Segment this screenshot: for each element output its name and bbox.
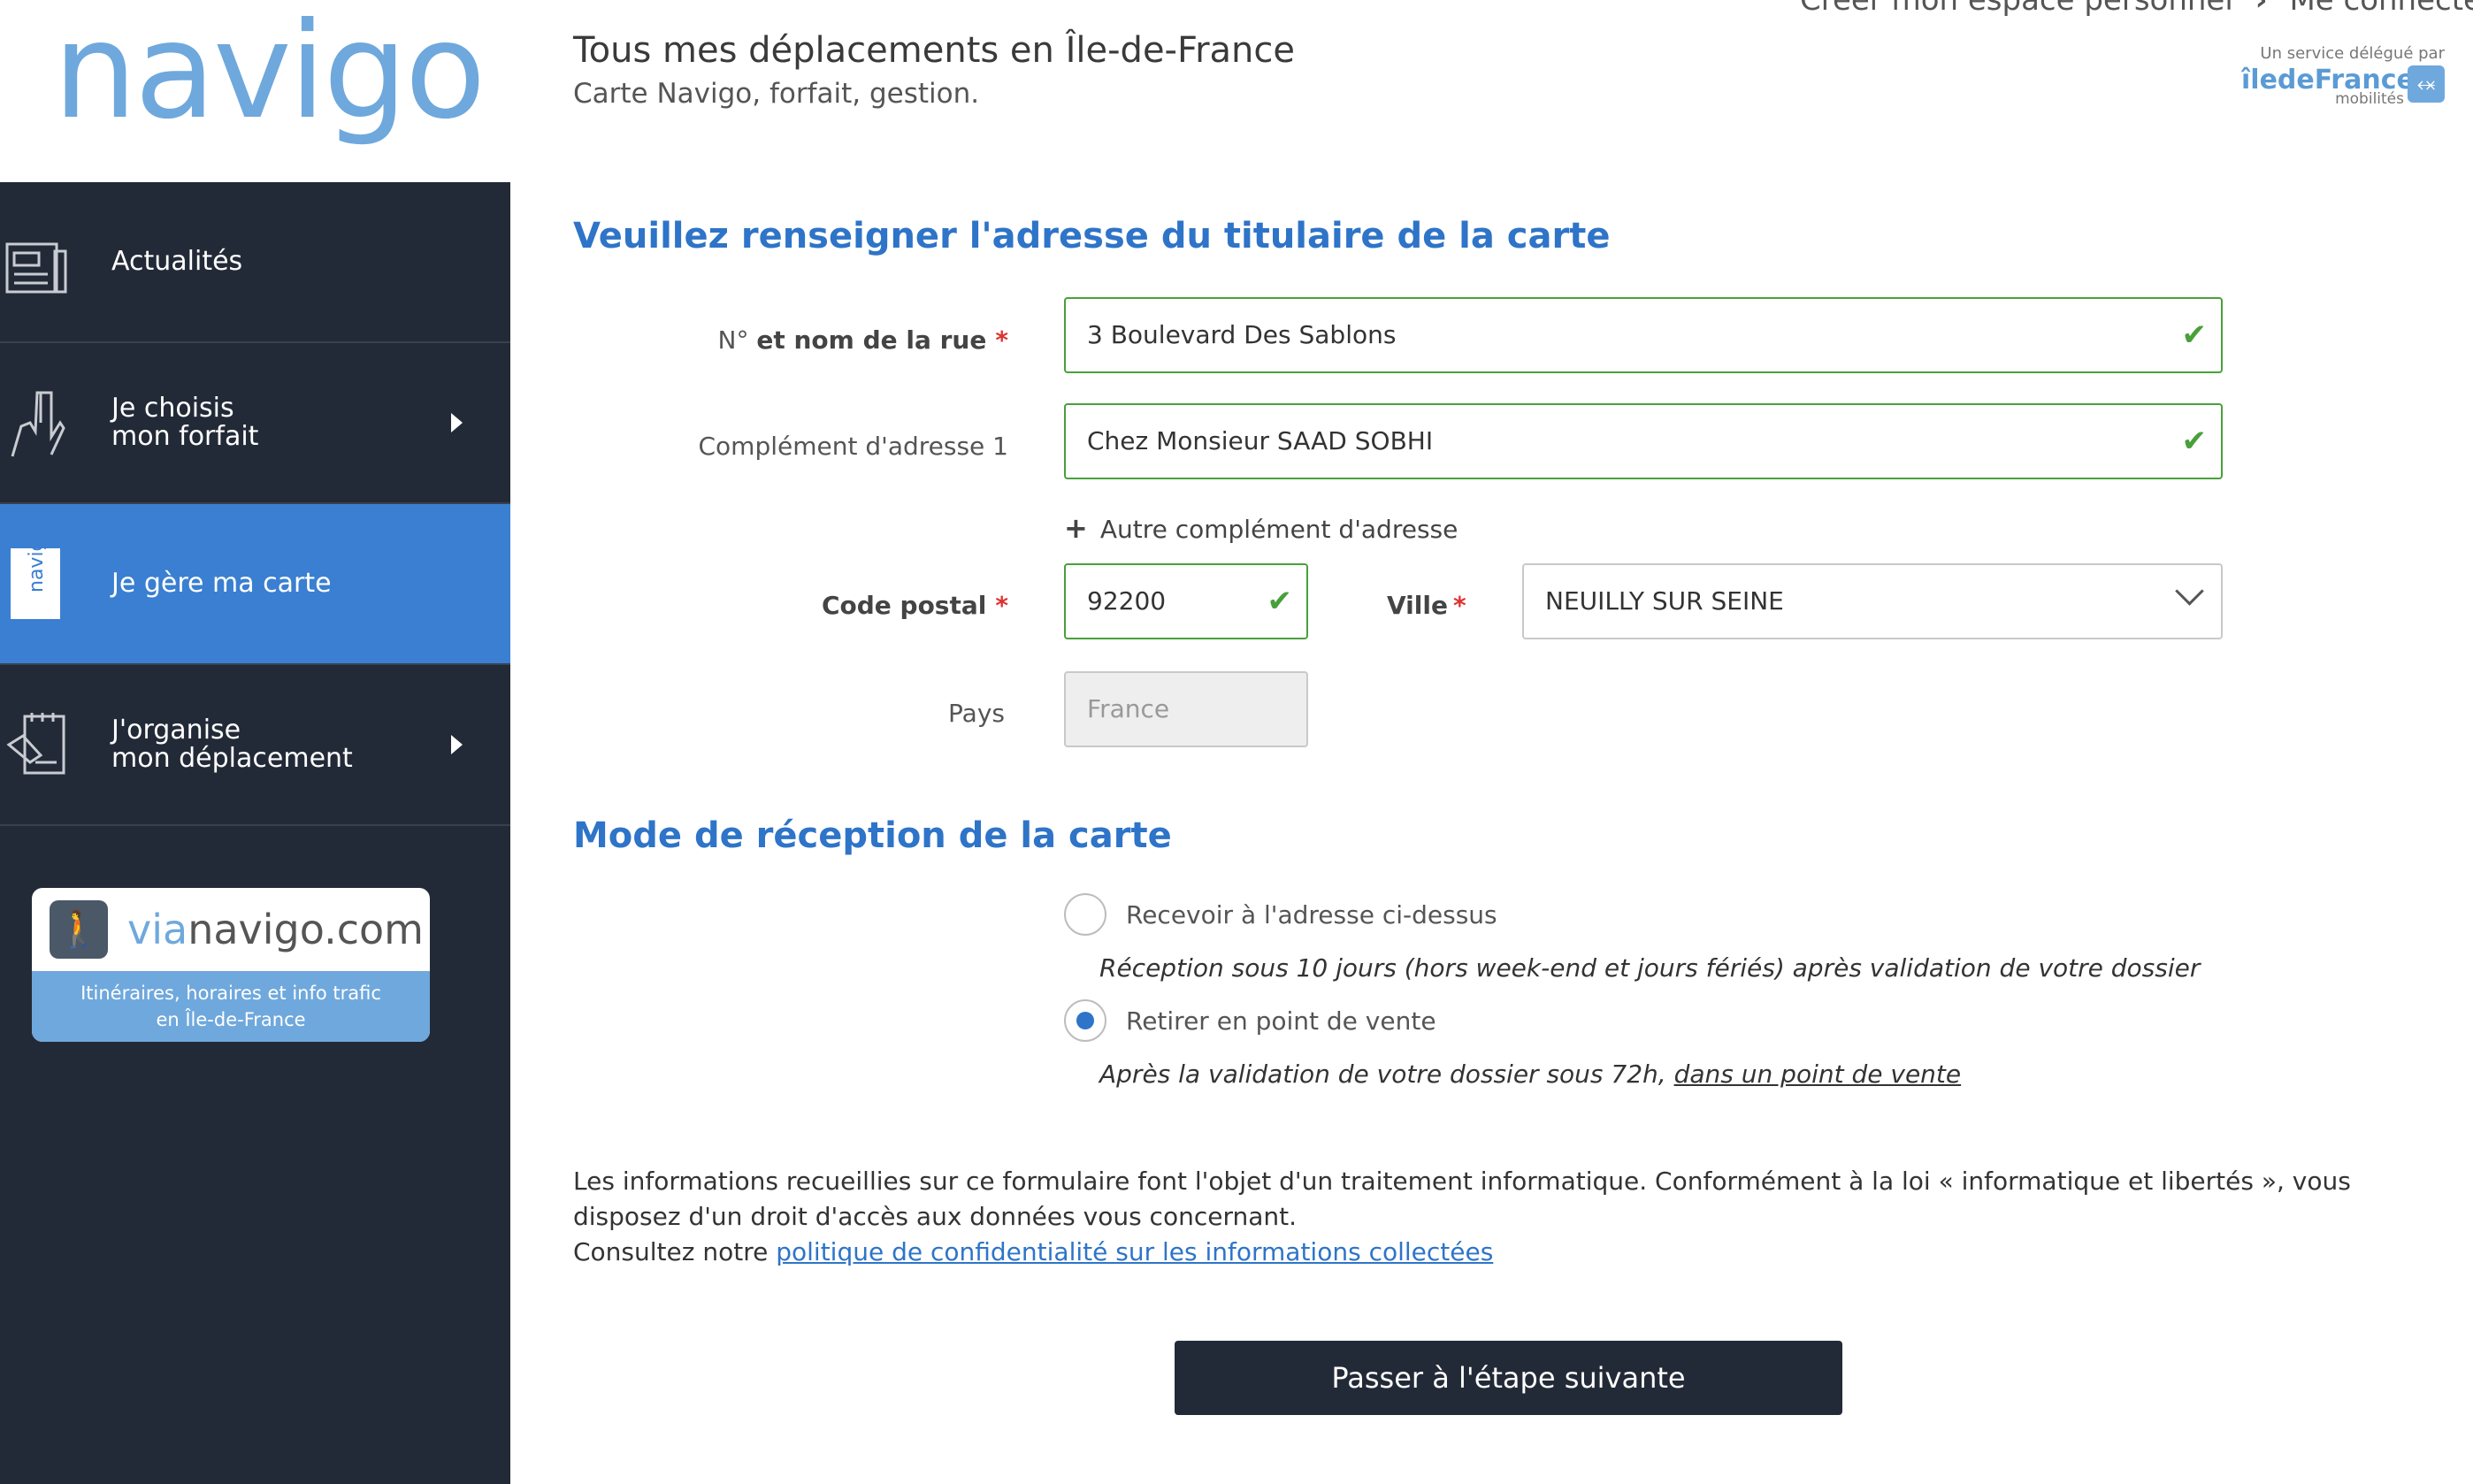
radio-label-pickup[interactable]: Retirer en point de vente <box>1126 1006 1436 1036</box>
legal-text: Les informations recueillies sur ce form… <box>573 1167 2351 1231</box>
sidebar-item-label: Je choisis mon forfait <box>111 393 259 452</box>
sidebar-item-forfait[interactable]: Je choisis mon forfait <box>0 343 510 504</box>
consult-prefix: Consultez notre <box>573 1237 769 1266</box>
add-complement-link[interactable]: + Autre complément d'adresse <box>1064 511 1458 545</box>
radio-pickup-point-of-sale[interactable] <box>1064 999 1106 1042</box>
sidebar-item-label: Je gère ma carte <box>111 568 332 599</box>
postal-code-label: Code postal * <box>821 591 1008 620</box>
navigo-logo[interactable]: navigo <box>53 5 486 138</box>
hand-icon <box>5 387 67 458</box>
point-of-sale-link[interactable]: dans un point de vente <box>1674 1059 1962 1089</box>
legal-notice: Les informations recueillies sur ce form… <box>573 1164 2431 1270</box>
check-icon: ✔ <box>2181 424 2208 459</box>
reception-heading: Mode de réception de la carte <box>573 815 1172 856</box>
navigo-card-icon: navigo <box>5 527 67 623</box>
account-links: Créer mon espace personnel › Me connecte… <box>1800 0 2473 18</box>
plus-icon: + <box>1064 511 1088 545</box>
caret-right-icon <box>451 735 463 754</box>
sidebar-item-actualites[interactable]: Actualités <box>0 182 510 343</box>
sidebar-item-label: Actualités <box>111 246 243 277</box>
receive-note: Réception sous 10 jours (hors week-end e… <box>1099 953 2201 983</box>
sidebar-item-carte[interactable]: navigo Je gère ma carte <box>0 504 510 665</box>
walker-icon: 🚶 <box>50 900 108 959</box>
login-link[interactable]: Me connecter <box>2289 0 2473 18</box>
page-title: Tous mes déplacements en Île-de-France <box>573 30 1295 71</box>
complement-label: Complément d'adresse 1 <box>698 432 1008 461</box>
sidebar-item-label: J'organise mon déplacement <box>111 715 353 774</box>
chevron-down-icon <box>2175 577 2204 606</box>
radio-selected-dot <box>1076 1012 1094 1029</box>
create-account-link[interactable]: Créer mon espace personnel <box>1800 0 2233 18</box>
radio-label-receive[interactable]: Recevoir à l'adresse ci-dessus <box>1126 900 1497 929</box>
sidebar-item-deplacement[interactable]: J'organise mon déplacement <box>0 665 510 826</box>
check-icon: ✔ <box>1267 584 1293 619</box>
next-step-button[interactable]: Passer à l'étape suivante <box>1175 1341 1842 1415</box>
idf-mobilites-logo[interactable]: Un service délégué par îledeFrance mobil… <box>2241 44 2445 111</box>
sidebar: Actualités Je choisis mon forfait navigo… <box>0 182 510 1484</box>
caret-right-icon <box>451 413 463 432</box>
postal-code-input[interactable]: 92200 ✔ <box>1064 563 1308 639</box>
complement-input[interactable]: Chez Monsieur SAAD SOBHI ✔ <box>1064 403 2223 479</box>
street-input[interactable]: 3 Boulevard Des Sablons ✔ <box>1064 297 2223 373</box>
radio-receive-at-address[interactable] <box>1064 893 1106 936</box>
pickup-note: Après la validation de votre dossier sou… <box>1099 1059 1962 1089</box>
chevron-right-icon: › <box>2255 0 2268 18</box>
idf-walker-icon: ⬾ <box>2408 65 2445 103</box>
vianavigo-promo[interactable]: 🚶 vianavigo.com Itinéraires, horaires et… <box>32 888 430 1042</box>
newspaper-icon <box>5 226 67 297</box>
check-icon: ✔ <box>2181 317 2208 353</box>
address-heading: Veuillez renseigner l'adresse du titulai… <box>573 216 1611 256</box>
partner-line: Un service délégué par <box>2260 44 2445 63</box>
country-label: Pays <box>948 699 1005 728</box>
vianavigo-description: Itinéraires, horaires et info trafic en … <box>32 971 430 1042</box>
country-input: France <box>1064 671 1308 747</box>
svg-text:navigo: navigo <box>26 548 48 593</box>
street-label: N° et nom de la rue * <box>717 325 1009 355</box>
notepad-icon <box>5 709 67 780</box>
vianavigo-brand: vianavigo.com <box>127 906 424 953</box>
privacy-policy-link[interactable]: politique de confidentialité sur les inf… <box>776 1237 1493 1266</box>
city-label: Ville * <box>1387 591 1466 620</box>
page-subtitle: Carte Navigo, forfait, gestion. <box>573 78 980 110</box>
city-select[interactable]: NEUILLY SUR SEINE <box>1522 563 2223 639</box>
